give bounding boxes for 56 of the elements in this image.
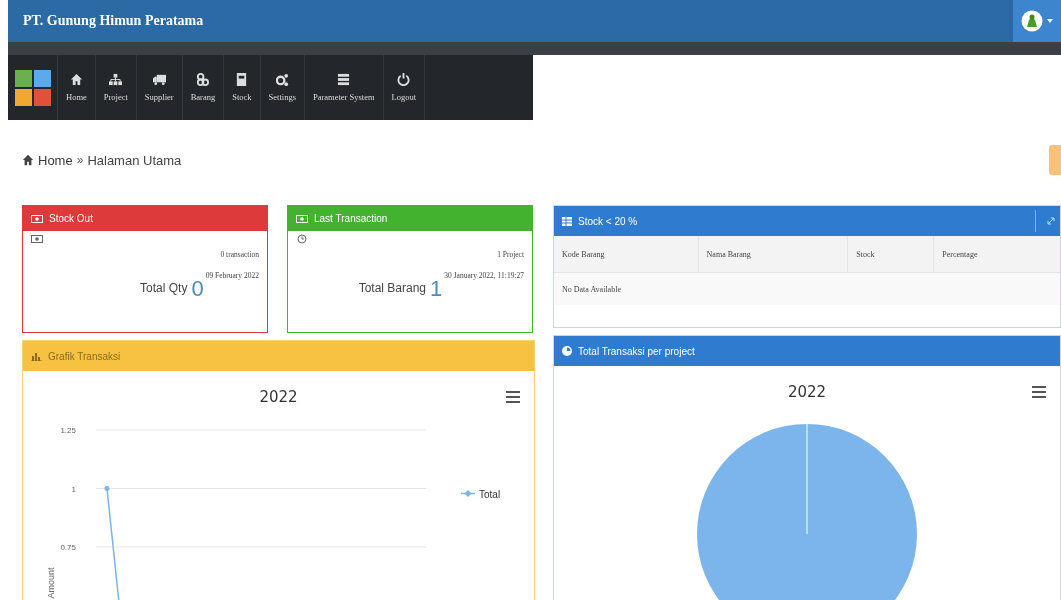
bar-chart-icon [31,351,42,361]
chart-title: 2022 [259,388,298,406]
gears-icon [275,73,289,86]
tiles-logo-icon [15,69,51,106]
axis-tick-label: 1 [71,484,76,494]
clock-icon [296,234,308,244]
axis-title: Amount [46,567,56,599]
total-value: 0 [191,277,204,301]
money-icon [31,213,43,224]
nav-item[interactable]: Settings [259,55,304,120]
nav-item[interactable]: Logout [382,55,426,120]
total-label: Total Barang [358,281,427,295]
nav-item[interactable]: Project [94,55,136,120]
table-icon [562,216,572,226]
nav-item[interactable]: Stock [223,55,260,120]
breadcrumb-link[interactable]: Home [38,152,73,168]
chart-menu-icon [1032,386,1046,398]
nav-item[interactable]: Barang [181,55,224,120]
money-icon [31,234,43,244]
column-header: Percentage [933,236,1060,273]
legend-item[interactable]: Total [479,488,501,500]
user-avatar-icon [1021,10,1043,32]
panel-title: Stock < 20 % [578,215,638,227]
list-icon [337,73,351,86]
caret-icon [1047,19,1053,23]
column-header: Stock [847,236,934,273]
chart-menu-icon [506,391,520,403]
home-icon [69,73,83,86]
chart-title: 2022 [787,383,827,401]
column-header: Kode Barang [554,236,699,273]
book-icon [235,73,249,86]
breadcrumb-current: Halaman Utama [87,152,182,168]
card-title: Stock Out [49,213,93,224]
nav-item[interactable]: Supplier [135,55,182,120]
nav-item[interactable]: Parameter System [304,55,383,120]
column-header: Nama Barang [698,236,848,273]
axis-tick-label: 1.25 [60,426,76,435]
total-value: 1 [430,277,443,301]
nav-item[interactable]: Home [57,55,95,120]
card-title: Last Transaction [314,213,388,224]
breadcrumb-separator: » [76,153,84,167]
expand-icon [1047,217,1055,225]
power-icon [397,73,411,86]
total-label: Total Qty [140,281,188,295]
panel-title: Grafik Transaksi [48,350,121,362]
empty-message: No Data Available [554,272,1060,305]
home-icon [22,154,34,166]
money-icon [296,213,308,224]
user-menu-button[interactable] [1013,0,1061,42]
axis-tick-label: 0.75 [60,543,76,552]
data-point [104,486,110,491]
app-title: PT. Gunung Himun Peratama [22,13,204,29]
truck-icon [152,73,166,86]
panel-title: Total Transaksi per project [578,345,695,357]
pie-chart-icon [562,346,572,356]
sitemap-icon [109,73,123,86]
